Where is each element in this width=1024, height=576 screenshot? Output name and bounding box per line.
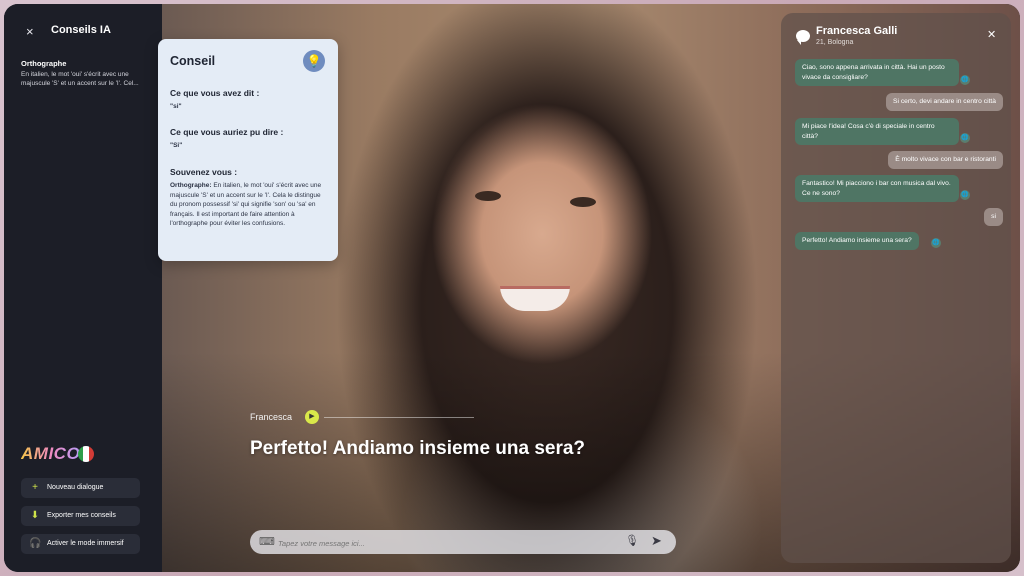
translate-icon[interactable]: 🌐 (960, 75, 970, 85)
translate-icon[interactable]: 🌐 (960, 190, 970, 200)
keyboard-icon: ⌨ (259, 536, 275, 548)
lightbulb-icon: 💡 (303, 50, 325, 72)
play-icon[interactable]: ▶ (305, 410, 319, 424)
plus-icon: + (32, 482, 38, 493)
tip-item-text[interactable]: En italien, le mot 'oui' s'écrit avec un… (21, 70, 149, 88)
said-value: "si" (170, 103, 182, 110)
conseil-card: Conseil 💡 Ce que vous avez dit : "si" Ce… (158, 39, 338, 261)
speaker-row: Francesca ▶ (250, 408, 480, 426)
sidebar-header: × Conseils IA (4, 22, 162, 42)
translate-icon[interactable]: 🌐 (931, 238, 941, 248)
chat-panel: Francesca Galli 21, Bologna ✕ Ciao, sono… (781, 13, 1011, 563)
amico-logo: AMICO (21, 444, 81, 463)
close-icon[interactable]: × (26, 24, 34, 39)
chat-message: Mi piace l'idea! Cosa c'è di speciale in… (795, 118, 959, 146)
send-icon[interactable]: ➤ (651, 533, 662, 549)
app-frame: × Conseils IA Orthographe En italien, le… (4, 4, 1020, 572)
chat-message: Fantastico! Mi piacciono i bar con music… (795, 175, 959, 203)
chat-message: È molto vivace con bar e ristoranti (888, 151, 1003, 169)
remember-label: Orthographe: (170, 182, 212, 189)
eye-left (475, 191, 501, 201)
translate-icon[interactable]: 🌐 (960, 133, 970, 143)
immersive-mode-label: Activer le mode immersif (47, 540, 124, 547)
export-tips-label: Exporter mes conseils (47, 512, 116, 519)
download-icon: ⬇ (30, 510, 40, 521)
new-dialogue-label: Nouveau dialogue (47, 484, 104, 491)
tip-item-title[interactable]: Orthographe (21, 59, 66, 68)
remember-heading: Souvenez vous : (170, 167, 238, 177)
contact-subtitle: 21, Bologna (816, 39, 854, 46)
sidebar-title: Conseils IA (51, 24, 111, 36)
said-heading: Ce que vous avez dit : (170, 88, 260, 98)
contact-name: Francesca Galli (816, 25, 898, 37)
italy-flag-icon (78, 446, 94, 462)
message-input[interactable] (276, 534, 620, 552)
speaker-name: Francesca (250, 412, 293, 422)
close-icon[interactable]: ✕ (987, 28, 996, 41)
chat-message: Ciao, sono appena arrivata in città. Hai… (795, 59, 959, 87)
could-heading: Ce que vous auriez pu dire : (170, 127, 284, 137)
new-dialogue-button[interactable]: + Nouveau dialogue (21, 478, 140, 498)
immersive-mode-button[interactable]: 🎧 Activer le mode immersif (21, 534, 140, 554)
chat-message: Perfetto! Andiamo insieme una sera? (795, 232, 919, 250)
eye-right (570, 197, 596, 207)
sidebar: × Conseils IA Orthographe En italien, le… (4, 4, 162, 572)
divider (324, 417, 474, 418)
chat-bubble-icon (796, 30, 810, 45)
brand: AMICO (21, 444, 151, 466)
smile (500, 286, 570, 311)
remember-body: Orthographe: En italien, le mot 'oui' s'… (170, 181, 326, 229)
chat-message: si (984, 208, 1003, 226)
message-bar: ⌨ 🎙 ➤ (250, 530, 676, 554)
export-tips-button[interactable]: ⬇ Exporter mes conseils (21, 506, 140, 526)
subtitle: Perfetto! Andiamo insieme una sera? (250, 438, 586, 459)
headphones-icon: 🎧 (29, 538, 42, 549)
chat-message: Si certo, devi andare in centro città (886, 93, 1003, 111)
conseil-title: Conseil (170, 54, 216, 68)
could-value: "Si" (170, 142, 183, 149)
microphone-icon[interactable]: 🎙 (625, 534, 639, 547)
